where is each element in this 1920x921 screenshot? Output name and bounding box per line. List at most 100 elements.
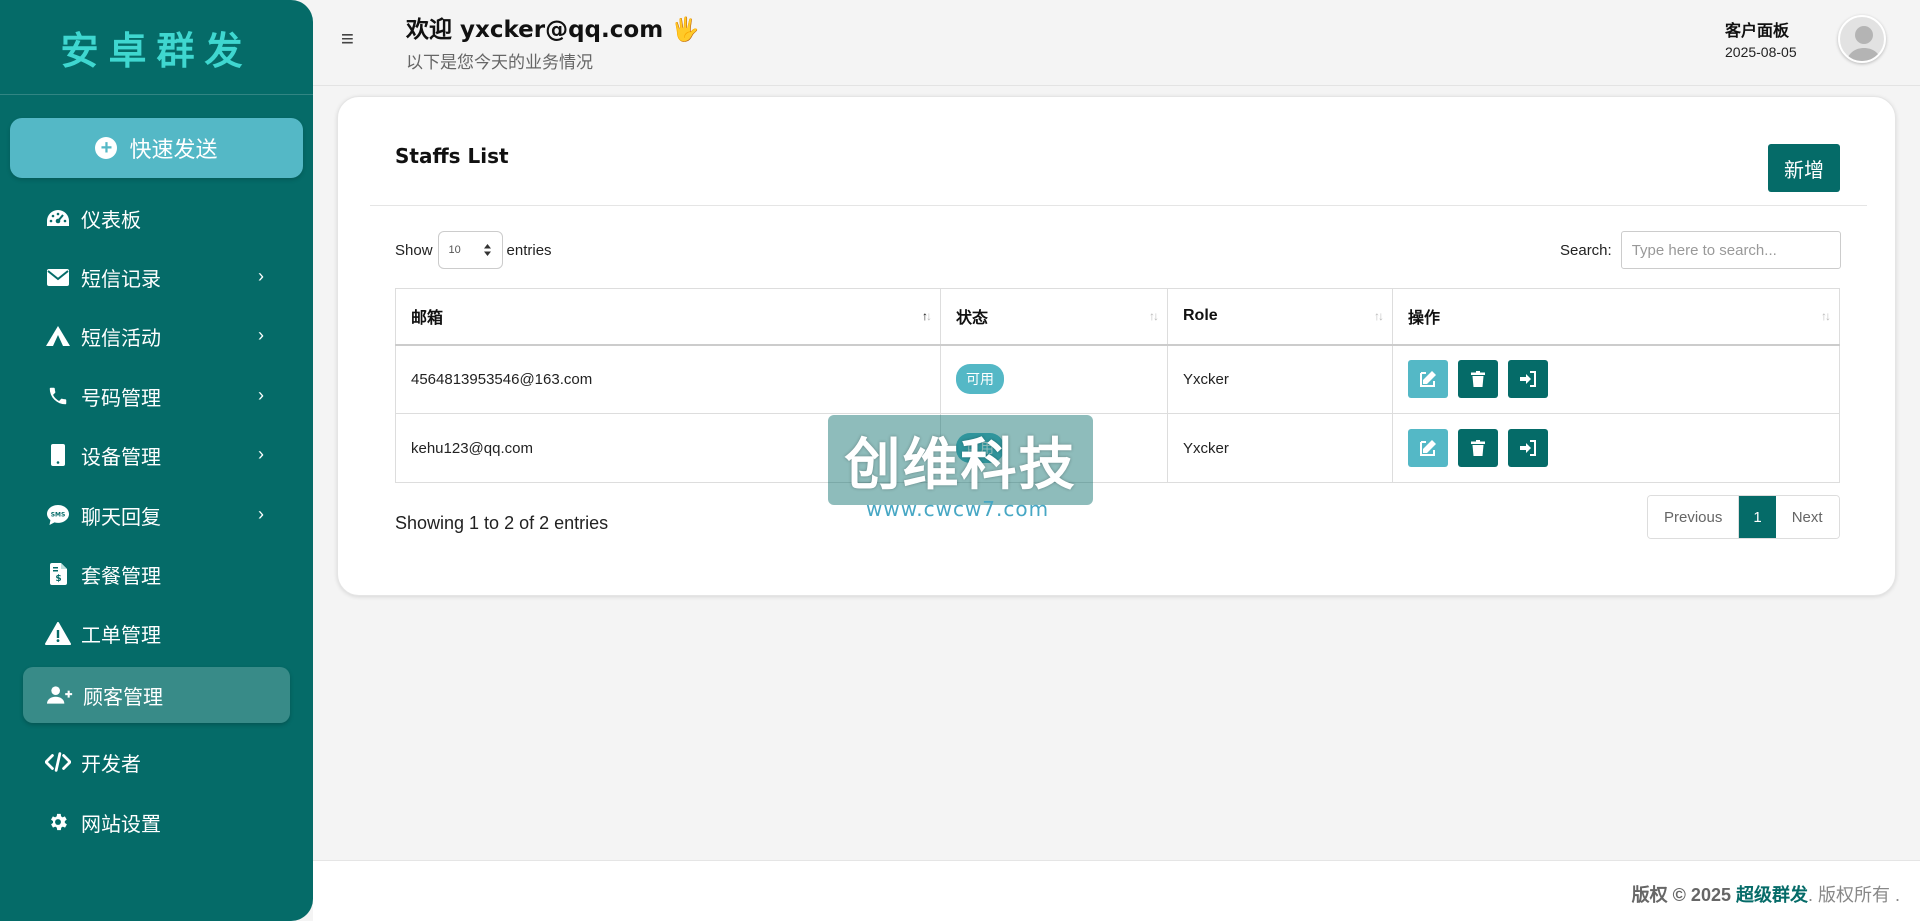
- copyright: 版权 © 2025 超级群发. 版权所有 .: [1632, 881, 1900, 907]
- column-header-role[interactable]: Role ↑↓: [1167, 288, 1393, 346]
- page-size-select[interactable]: 10: [437, 231, 503, 269]
- welcome-message: 欢迎 yxcker@qq.com 🖐️: [406, 17, 700, 43]
- user-plus-icon: [47, 682, 73, 708]
- column-header-status[interactable]: 状态 ↑↓: [940, 288, 1168, 346]
- current-date: 2025-08-05: [1725, 44, 1797, 60]
- pagination: Previous 1 Next: [1647, 495, 1840, 539]
- login-as-button[interactable]: [1508, 429, 1548, 467]
- watermark-url: www.cwcw7.com: [866, 497, 1050, 521]
- show-label: Show: [395, 241, 433, 259]
- chevron-right-icon: ›: [258, 444, 264, 464]
- role-cell: Yxcker: [1167, 344, 1393, 414]
- copyright-brand[interactable]: 超级群发: [1736, 885, 1808, 905]
- client-panel-label: 客户面板: [1725, 23, 1790, 40]
- edit-icon: [1420, 440, 1436, 456]
- card-title: Staffs List: [395, 144, 509, 168]
- delete-button[interactable]: [1458, 429, 1498, 467]
- sidebar-item-customer-management[interactable]: 顾客管理: [23, 667, 290, 723]
- sort-icon: ↑↓: [1374, 309, 1384, 323]
- code-icon: [45, 749, 71, 775]
- watermark: 创维科技 www.cwcw7.com: [828, 415, 1093, 525]
- svg-text:$: $: [55, 574, 61, 584]
- welcome-subtitle: 以下是您今天的业务情况: [406, 53, 593, 72]
- add-staff-button[interactable]: 新增: [1768, 144, 1840, 192]
- warning-triangle-icon: [45, 620, 71, 646]
- chevron-right-icon: ›: [258, 266, 264, 286]
- sort-icon: ↑↓: [1821, 309, 1831, 323]
- sidebar-item-plan-management[interactable]: $ 套餐管理: [0, 549, 313, 599]
- actions-cell: [1392, 413, 1840, 483]
- quick-send-button[interactable]: + 快速发送: [10, 118, 303, 178]
- tent-icon: [45, 323, 71, 349]
- page-size-value: 10: [448, 244, 461, 256]
- actions-cell: [1392, 344, 1840, 414]
- entries-label: entries: [506, 241, 552, 259]
- sort-asc-icon: ↑↓: [922, 309, 932, 323]
- sidebar-item-developer[interactable]: 开发者: [0, 737, 313, 787]
- trash-icon: [1471, 440, 1485, 456]
- trash-icon: [1471, 371, 1485, 388]
- edit-button[interactable]: [1408, 360, 1448, 399]
- sidebar-item-ticket-management[interactable]: 工单管理: [0, 608, 313, 658]
- copyright-suffix: . 版权所有 .: [1807, 885, 1900, 905]
- staffs-list-card: Staffs List 新增 Show 10 entries Search: 邮…: [337, 96, 1896, 596]
- mobile-icon: [45, 442, 71, 468]
- plus-circle-icon: +: [95, 137, 118, 159]
- sidebar-item-number-management[interactable]: 号码管理 ›: [0, 371, 313, 421]
- chevron-right-icon: ›: [258, 325, 264, 345]
- chevron-right-icon: ›: [258, 504, 264, 524]
- sidebar-item-chat-reply[interactable]: SMS 聊天回复 ›: [0, 490, 313, 540]
- svg-text:SMS: SMS: [51, 512, 66, 519]
- user-avatar[interactable]: [1838, 15, 1886, 63]
- status-badge: 可用: [956, 364, 1004, 395]
- sidebar-item-label: 短信活动: [81, 327, 161, 350]
- column-header-actions[interactable]: 操作 ↑↓: [1392, 288, 1840, 346]
- delete-button[interactable]: [1458, 360, 1498, 399]
- sidebar-item-label: 设备管理: [81, 446, 161, 469]
- gear-icon: [45, 809, 71, 835]
- sidebar-item-device-management[interactable]: 设备管理 ›: [0, 430, 313, 480]
- sidebar-item-label: 短信记录: [81, 268, 161, 291]
- sidebar-item-dashboard[interactable]: 仪表板: [0, 193, 313, 243]
- chevron-right-icon: ›: [258, 385, 264, 405]
- sidebar-item-label: 号码管理: [81, 387, 161, 410]
- envelope-icon: [45, 264, 71, 290]
- watermark-text: 创维科技: [844, 432, 1077, 498]
- sms-bubble-icon: SMS: [45, 502, 71, 528]
- hamburger-menu-icon[interactable]: ≡: [341, 26, 354, 52]
- search-label: Search:: [1560, 241, 1612, 259]
- login-as-button[interactable]: [1508, 360, 1548, 399]
- top-header: ≡ 欢迎 yxcker@qq.com 🖐️ 以下是您今天的业务情况 客户面板 2…: [313, 0, 1920, 86]
- sidebar-item-sms-records[interactable]: 短信记录 ›: [0, 252, 313, 302]
- pagination-next[interactable]: Next: [1775, 496, 1839, 538]
- sidebar-item-label: 工单管理: [81, 624, 161, 647]
- sign-in-icon: [1520, 371, 1536, 388]
- sign-in-icon: [1520, 440, 1536, 456]
- column-header-email[interactable]: 邮箱 ↑↓: [395, 288, 941, 346]
- sidebar-item-label: 顾客管理: [83, 686, 163, 709]
- page-size-control: Show 10 entries: [395, 231, 552, 269]
- avatar-silhouette-icon: [1846, 26, 1882, 61]
- search-control: Search:: [1560, 231, 1841, 269]
- sidebar-item-label: 套餐管理: [81, 565, 161, 588]
- sidebar-item-site-settings[interactable]: 网站设置: [0, 797, 313, 847]
- dashboard-gauge-icon: [45, 205, 71, 231]
- edit-icon: [1420, 371, 1436, 388]
- brand-title: 安卓群发: [60, 28, 253, 73]
- sidebar-item-label: 开发者: [81, 753, 141, 776]
- edit-button[interactable]: [1408, 429, 1448, 467]
- sidebar-item-label: 仪表板: [81, 209, 141, 232]
- brand-logo[interactable]: 安卓群发: [0, 0, 313, 95]
- table-info: Showing 1 to 2 of 2 entries: [395, 513, 609, 533]
- quick-send-label: 快速发送: [129, 137, 218, 162]
- email-cell: 4564813953546@163.com: [395, 344, 941, 414]
- phone-icon: [45, 383, 71, 409]
- pagination-previous[interactable]: Previous: [1648, 496, 1740, 538]
- pagination-page-1[interactable]: 1: [1739, 496, 1776, 538]
- search-input[interactable]: [1620, 231, 1841, 269]
- status-cell: 可用: [940, 344, 1168, 414]
- sort-updown-icon: [483, 244, 491, 256]
- sort-icon: ↑↓: [1149, 309, 1159, 323]
- sidebar-item-sms-campaigns[interactable]: 短信活动 ›: [0, 311, 313, 361]
- table-row: kehu123@qq.com 可用 Yxcker: [395, 413, 1840, 483]
